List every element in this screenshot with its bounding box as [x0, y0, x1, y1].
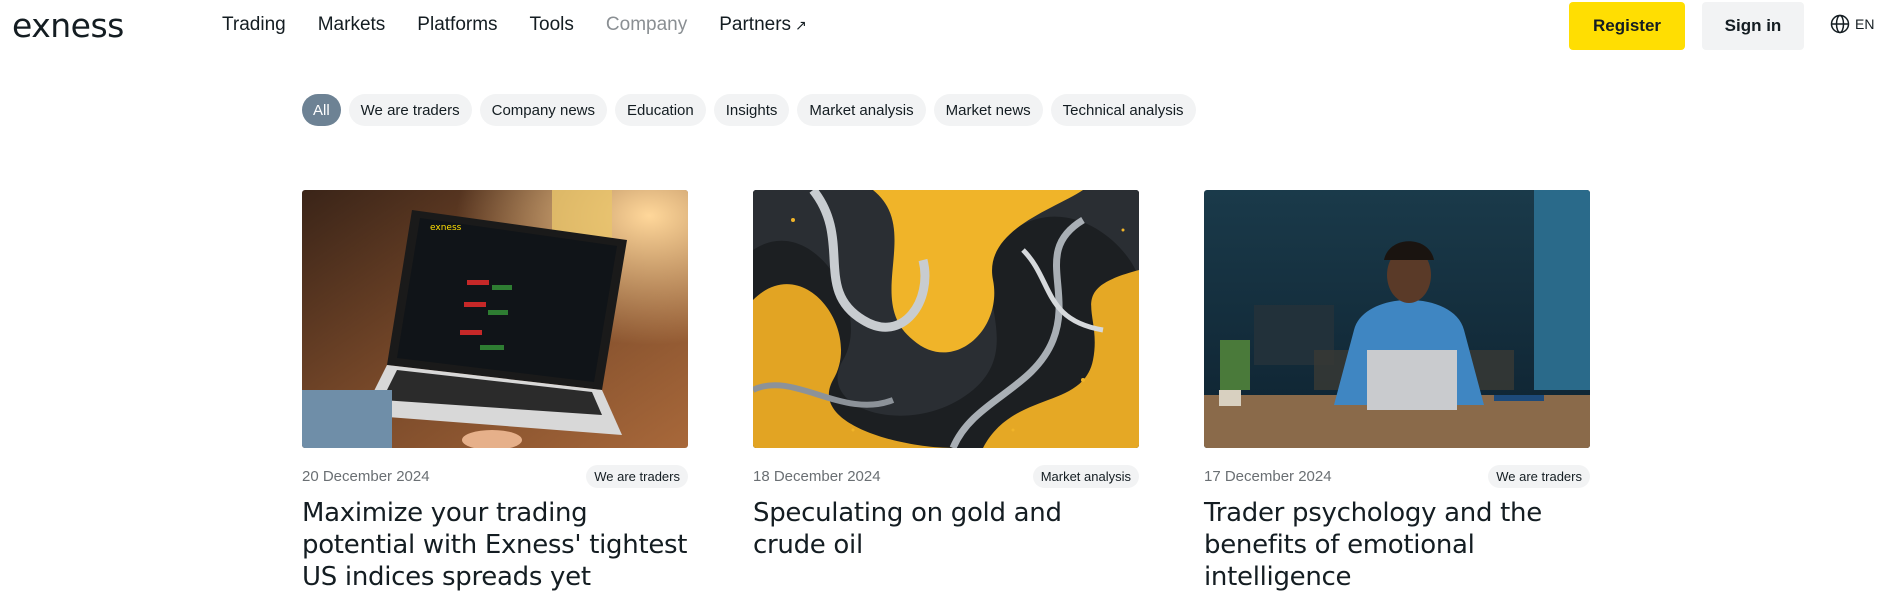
nav-company[interactable]: Company — [606, 13, 687, 37]
filter-market-analysis[interactable]: Market analysis — [797, 94, 926, 126]
exness-logo[interactable]: exness — [12, 6, 124, 46]
main-nav: Trading Markets Platforms Tools Company … — [222, 13, 839, 37]
article-date: 18 December 2024 — [753, 467, 881, 485]
filter-we-are-traders[interactable]: We are traders — [348, 94, 472, 126]
filter-technical-analysis[interactable]: Technical analysis — [1050, 94, 1196, 126]
nav-markets[interactable]: Markets — [318, 13, 386, 37]
article-date: 20 December 2024 — [302, 467, 430, 485]
article-meta: 20 December 2024 We are traders — [302, 463, 688, 489]
language-selector[interactable]: EN — [1830, 14, 1874, 34]
register-button[interactable]: Register — [1569, 2, 1685, 50]
filter-insights[interactable]: Insights — [713, 94, 790, 126]
article-meta: 18 December 2024 Market analysis — [753, 463, 1139, 489]
category-filters: All We are traders Company news Educatio… — [302, 94, 1196, 126]
globe-icon — [1830, 14, 1850, 34]
article-image-gold-swirl[interactable] — [753, 190, 1139, 448]
article-meta: 17 December 2024 We are traders — [1204, 463, 1590, 489]
nav-tools[interactable]: Tools — [530, 13, 574, 37]
article-image-laptop[interactable]: exness — [302, 190, 688, 448]
article-tag[interactable]: We are traders — [586, 464, 688, 488]
site-header: exness Trading Markets Platforms Tools C… — [0, 0, 1889, 52]
article-title[interactable]: Trader psychology and the benefits of em… — [1204, 497, 1590, 593]
article-card[interactable]: 18 December 2024 Market analysis Specula… — [753, 190, 1139, 561]
article-card[interactable]: 17 December 2024 We are traders Trader p… — [1204, 190, 1590, 593]
article-title[interactable]: Maximize your trading potential with Exn… — [302, 497, 688, 593]
filter-market-news[interactable]: Market news — [933, 94, 1043, 126]
article-date: 17 December 2024 — [1204, 467, 1332, 485]
nav-partners-label: Partners — [719, 14, 792, 35]
filter-education[interactable]: Education — [615, 94, 706, 126]
svg-text:exness: exness — [430, 223, 462, 233]
arrow-up-right-icon: ↗ — [795, 17, 807, 33]
nav-platforms[interactable]: Platforms — [417, 13, 497, 37]
nav-partners[interactable]: Partners ↗ — [719, 13, 807, 37]
filter-company-news[interactable]: Company news — [479, 94, 607, 126]
article-card[interactable]: exness 20 December 2024 We are traders M… — [302, 190, 688, 593]
language-label: EN — [1855, 16, 1875, 32]
filter-all[interactable]: All — [302, 94, 341, 126]
nav-trading[interactable]: Trading — [222, 13, 286, 37]
article-tag[interactable]: Market analysis — [1032, 464, 1139, 488]
article-title[interactable]: Speculating on gold and crude oil — [753, 497, 1139, 561]
article-tag[interactable]: We are traders — [1488, 464, 1590, 488]
article-image-man-laptop[interactable] — [1204, 190, 1590, 448]
sign-in-button[interactable]: Sign in — [1702, 2, 1804, 50]
